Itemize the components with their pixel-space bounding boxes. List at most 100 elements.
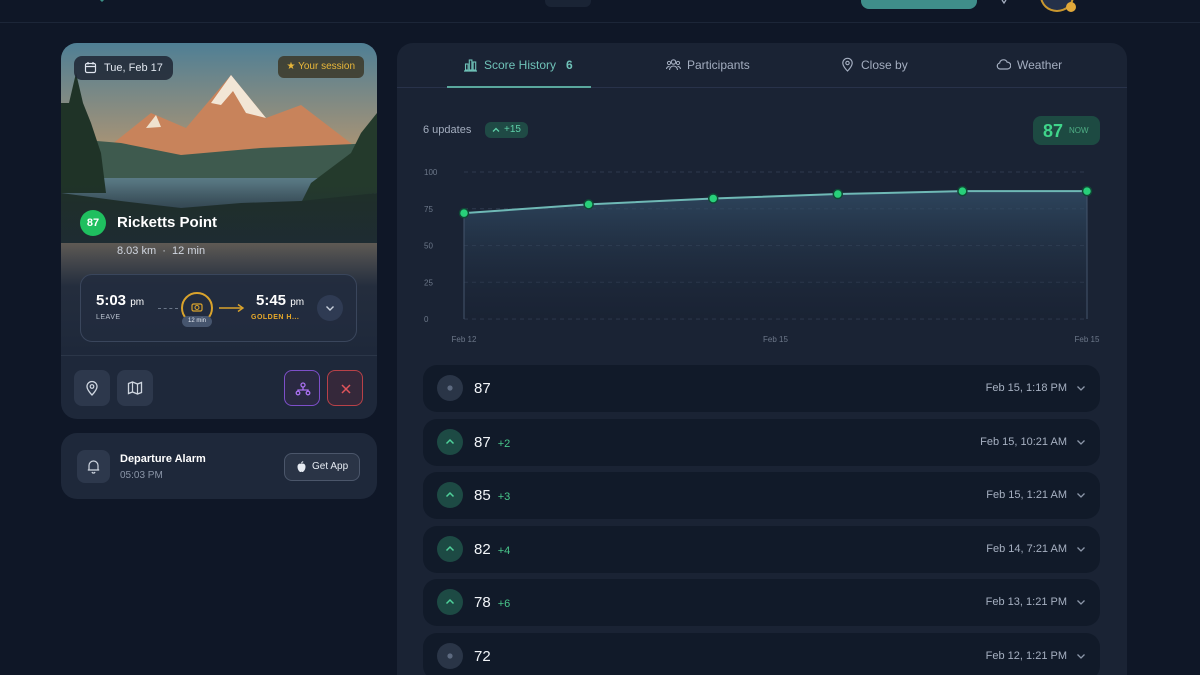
alarm-title: Departure Alarm	[120, 453, 206, 465]
y-tick-label: 50	[424, 242, 433, 251]
departure-alarm-card: Departure Alarm 05:03 PM Get App	[61, 433, 377, 499]
date-label: Tue, Feb 17	[104, 62, 163, 74]
chevron-down-icon	[1077, 439, 1085, 445]
close-icon	[341, 384, 351, 394]
y-tick-label: 100	[424, 168, 438, 177]
arrive-label: GOLDEN H...	[251, 314, 300, 321]
cloud-icon	[996, 59, 1011, 70]
current-score: 87 NOW	[1033, 116, 1100, 145]
dot-icon	[447, 385, 453, 391]
change-badge: +15	[485, 122, 528, 138]
tab-participants[interactable]: Participants	[666, 43, 750, 88]
score-value: 85	[474, 487, 491, 504]
separator-dot: ·	[159, 245, 173, 257]
tab-score-history[interactable]: Score History 6	[463, 43, 573, 88]
score-delta: +6	[497, 598, 511, 610]
trend-up-badge	[437, 589, 463, 615]
chevron-up-icon	[445, 491, 455, 498]
bell-icon	[87, 460, 100, 474]
data-point	[583, 199, 594, 210]
row-date: Feb 14, 7:21 AM	[986, 542, 1067, 555]
remove-button[interactable]	[327, 370, 363, 406]
score-badge: 87	[80, 210, 106, 236]
row-score: 78 +6	[474, 594, 510, 611]
expand-button[interactable]	[317, 295, 343, 321]
area-fill	[464, 191, 1087, 319]
star-icon: ★	[286, 61, 296, 72]
chevron-down-icon	[1077, 653, 1085, 659]
trend-up-badge	[437, 535, 463, 562]
spot-card: Tue, Feb 17 ★ Your session 87 Ricketts P…	[61, 43, 377, 419]
dashed-connector	[158, 308, 178, 309]
get-app-label: Get App	[312, 461, 349, 472]
map-pin-icon	[842, 57, 853, 72]
chevron-down-icon	[1077, 386, 1085, 391]
trend-flat-badge	[437, 375, 463, 401]
data-point	[832, 188, 844, 200]
chevron-down-icon[interactable]	[96, 0, 108, 4]
chevron-down-icon	[326, 306, 334, 311]
location-button[interactable]	[74, 370, 110, 406]
score-value: 87	[474, 380, 491, 397]
score-value: 82	[474, 540, 491, 558]
history-row[interactable]: 87 +2 Feb 15, 10:21 AM	[423, 418, 1100, 466]
duration-pill: 12 min	[182, 316, 212, 327]
map-icon	[127, 381, 143, 395]
history-row[interactable]: 72 Feb 12, 1:21 PM	[423, 632, 1100, 675]
arrow-right-icon	[219, 303, 245, 313]
x-tick-label: Feb 12	[452, 335, 477, 344]
x-tick-label: Feb 15	[763, 335, 788, 344]
current-score-value: 87	[1043, 121, 1064, 141]
chevron-up-icon	[445, 545, 455, 551]
row-score: 82 +4	[474, 541, 510, 558]
chevron-down-icon	[1077, 493, 1085, 498]
score-value: 72	[474, 647, 491, 665]
top-bar-control[interactable]	[545, 0, 591, 7]
distance: 8.03 km	[117, 245, 157, 257]
session-label: Your session	[298, 61, 355, 72]
history-row[interactable]: 87 Feb 15, 1:18 PM	[423, 365, 1100, 412]
score-delta: +2	[497, 437, 511, 450]
trend-up-badge	[437, 428, 463, 455]
active-tab-indicator	[447, 86, 591, 88]
y-tick-label: 25	[424, 278, 433, 287]
history-row[interactable]: 78 +6 Feb 13, 1:21 PM	[423, 579, 1100, 626]
leave-time: 5:03 pm	[96, 292, 145, 309]
y-tick-label: 75	[424, 205, 433, 214]
row-score: 85 +3	[474, 487, 510, 504]
tab-bar: Score History 6 Participants Close by Wea…	[397, 43, 1127, 88]
location-meta: 8.03 km · 12 min	[117, 245, 205, 257]
score-delta: +3	[497, 491, 511, 503]
history-row[interactable]: 82 +4 Feb 14, 7:21 AM	[423, 525, 1100, 573]
x-tick-label: Feb 15	[1075, 335, 1100, 344]
alarm-button[interactable]	[77, 450, 110, 483]
score-delta: +4	[497, 544, 511, 557]
top-bar-primary-button[interactable]	[861, 0, 977, 9]
data-point	[1081, 185, 1093, 197]
data-point	[957, 185, 968, 197]
data-point	[458, 207, 470, 219]
trend-flat-badge	[437, 642, 463, 669]
tab-close-by[interactable]: Close by	[840, 43, 908, 88]
history-row[interactable]: 85 +3 Feb 15, 1:21 AM	[423, 472, 1100, 519]
tab-weather[interactable]: Weather	[996, 43, 1062, 88]
row-date: Feb 15, 1:21 AM	[986, 489, 1067, 501]
y-tick-label: 0	[424, 315, 429, 324]
share-button[interactable]	[284, 370, 320, 406]
chevron-up-icon	[445, 598, 455, 605]
current-score-label: NOW	[1069, 126, 1089, 135]
trend-up-badge	[437, 482, 463, 508]
row-date: Feb 15, 10:21 AM	[980, 435, 1067, 448]
location-name: Ricketts Point	[117, 214, 218, 231]
apple-icon	[297, 461, 306, 472]
row-date: Feb 12, 1:21 PM	[985, 649, 1067, 662]
score-panel: Score History 6 Participants Close by Wea…	[397, 43, 1127, 675]
map-button[interactable]	[117, 370, 153, 406]
calendar-icon	[84, 62, 97, 74]
data-point	[707, 193, 719, 204]
help-icon[interactable]	[1000, 0, 1008, 6]
session-badge: ★ Your session	[277, 56, 364, 78]
chevron-up-icon	[492, 127, 500, 132]
chevron-up-icon	[445, 438, 455, 444]
get-app-button[interactable]: Get App	[284, 453, 360, 481]
